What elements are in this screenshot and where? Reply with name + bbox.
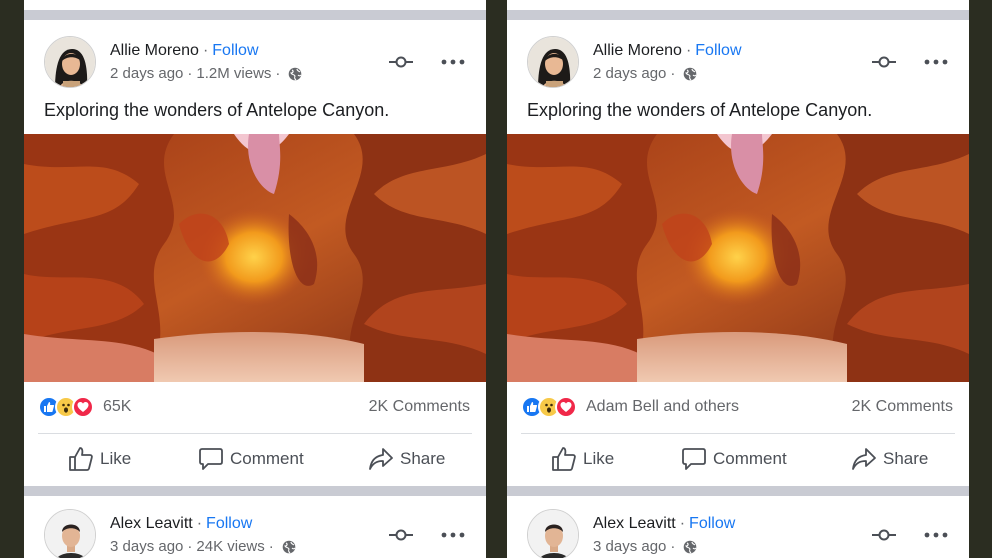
post-time[interactable]: 3 days ago: [593, 538, 666, 555]
comment-label: Comment: [713, 449, 787, 468]
post-meta: 3 days ago ·: [593, 538, 697, 555]
feed-post: Allie Moreno · Follow 2 days ago · Explorin…: [507, 20, 969, 486]
post-meta: 2 days ago · 1.2M views ·: [110, 65, 302, 82]
feed-panel-with-view-counts: Allie Moreno · Follow 2 days ago · 1.2M view…: [24, 0, 486, 558]
comment-icon: [682, 448, 706, 470]
previous-post-edge: [507, 0, 969, 10]
comment-button[interactable]: Comment: [198, 442, 304, 476]
action-bar: Like Comment Share: [507, 442, 969, 476]
like-button[interactable]: Like: [551, 442, 614, 476]
follow-link[interactable]: Follow: [695, 42, 741, 59]
reaction-summary[interactable]: Adam Bell and others: [521, 396, 739, 418]
view-count: 24K views: [196, 538, 265, 555]
more-options-icon[interactable]: [441, 530, 465, 540]
share-label: Share: [883, 449, 929, 468]
thumbs-up-icon: [552, 447, 576, 471]
more-options-icon[interactable]: [924, 57, 948, 67]
more-options-icon[interactable]: [924, 530, 948, 540]
post-meta: 3 days ago · 24K views ·: [110, 538, 296, 555]
author-name[interactable]: Alex Leavitt: [110, 515, 193, 532]
separator-dot: ·: [268, 538, 274, 555]
comments-count[interactable]: 2K Comments: [852, 398, 953, 416]
author-line: Alex Leavitt · Follow: [110, 515, 252, 533]
post-caption: Exploring the wonders of Antelope Canyon…: [44, 100, 390, 120]
action-bar: Like Comment Share: [24, 442, 486, 476]
reaction-summary[interactable]: 65K: [38, 396, 131, 418]
author-name[interactable]: Alex Leavitt: [593, 515, 676, 532]
pin-icon[interactable]: [871, 55, 897, 69]
view-count: 1.2M views: [196, 65, 272, 82]
follow-link[interactable]: Follow: [206, 515, 252, 532]
globe-icon: [684, 67, 697, 80]
reaction-count: Adam Bell and others: [586, 398, 739, 415]
share-button[interactable]: Share: [368, 442, 445, 476]
post-time[interactable]: 2 days ago: [110, 65, 183, 82]
separator-dot: ·: [202, 42, 209, 59]
author-avatar[interactable]: [527, 36, 579, 88]
feed-panel-with-social-context: Allie Moreno · Follow 2 days ago · Explorin…: [507, 0, 969, 558]
like-label: Like: [100, 449, 132, 468]
separator-dot: ·: [679, 515, 686, 532]
globe-icon: [282, 540, 296, 553]
more-options-icon[interactable]: [441, 57, 465, 67]
follow-link[interactable]: Follow: [689, 515, 735, 532]
author-avatar[interactable]: [527, 509, 579, 558]
globe-icon: [289, 67, 302, 80]
love-icon: [555, 396, 577, 418]
divider: [38, 433, 472, 434]
reaction-icons: [38, 396, 94, 418]
post-time[interactable]: 2 days ago: [593, 65, 666, 82]
follow-link[interactable]: Follow: [212, 42, 258, 59]
separator-dot: ·: [685, 42, 692, 59]
previous-post-edge: [24, 0, 486, 10]
share-arrow-icon: [369, 448, 393, 470]
author-line: Alex Leavitt · Follow: [593, 515, 735, 533]
separator-dot: ·: [275, 65, 281, 82]
author-line: Allie Moreno · Follow: [593, 42, 742, 60]
author-line: Allie Moreno · Follow: [110, 42, 259, 60]
separator-dot: ·: [187, 538, 193, 555]
author-name[interactable]: Allie Moreno: [110, 42, 199, 59]
separator-dot: ·: [670, 538, 676, 555]
separator-dot: ·: [196, 515, 203, 532]
post-time[interactable]: 3 days ago: [110, 538, 183, 555]
reaction-count: 65K: [103, 398, 132, 415]
separator-dot: ·: [187, 65, 193, 82]
comments-count[interactable]: 2K Comments: [369, 398, 470, 416]
post-meta: 2 days ago ·: [593, 65, 697, 82]
next-feed-post: Alex Leavitt · Follow 3 days ago ·: [507, 496, 969, 558]
share-label: Share: [400, 449, 446, 468]
thumbs-up-icon: [69, 447, 93, 471]
like-label: Like: [583, 449, 615, 468]
feed-post: Allie Moreno · Follow 2 days ago · 1.2M view…: [24, 20, 486, 486]
reaction-icons: [521, 396, 577, 418]
post-photo[interactable]: [507, 134, 969, 382]
pin-icon[interactable]: [871, 528, 897, 542]
comment-button[interactable]: Comment: [681, 442, 787, 476]
separator-dot: ·: [670, 65, 676, 82]
author-name[interactable]: Allie Moreno: [593, 42, 682, 59]
globe-icon: [684, 540, 697, 553]
share-button[interactable]: Share: [851, 442, 928, 476]
author-avatar[interactable]: [44, 36, 96, 88]
pin-icon[interactable]: [388, 55, 414, 69]
post-caption: Exploring the wonders of Antelope Canyon…: [527, 100, 873, 120]
comment-label: Comment: [230, 449, 304, 468]
love-icon: [72, 396, 94, 418]
author-avatar[interactable]: [44, 509, 96, 558]
post-photo[interactable]: [24, 134, 486, 382]
comment-icon: [199, 448, 223, 470]
pin-icon[interactable]: [388, 528, 414, 542]
like-button[interactable]: Like: [68, 442, 131, 476]
share-arrow-icon: [852, 448, 876, 470]
divider: [521, 433, 955, 434]
next-feed-post: Alex Leavitt · Follow 3 days ago · 24K views…: [24, 496, 486, 558]
